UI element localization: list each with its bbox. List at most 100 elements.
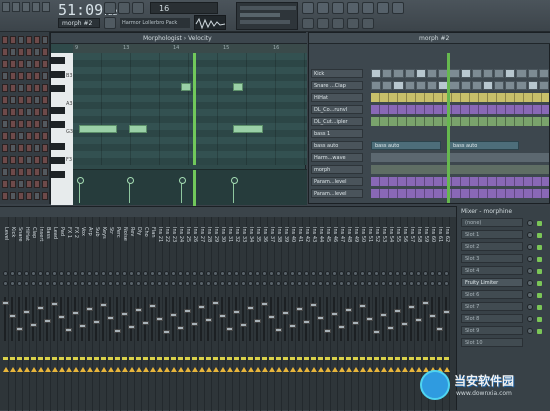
automation-clip[interactable]: bass auto <box>371 141 441 150</box>
volume-fader-track[interactable] <box>186 297 188 341</box>
mixer-strip[interactable]: Ins 37 <box>268 217 275 411</box>
volume-fader-handle[interactable] <box>240 323 247 327</box>
pattern-clip-lane[interactable] <box>371 153 549 162</box>
pan-knob[interactable] <box>374 271 379 276</box>
volume-fader-track[interactable] <box>445 297 447 341</box>
volume-fader-handle[interactable] <box>296 307 303 311</box>
pan-knob[interactable] <box>437 281 442 286</box>
plugin-icon[interactable] <box>377 2 389 14</box>
volume-fader-handle[interactable] <box>205 318 212 322</box>
volume-fader-handle[interactable] <box>170 313 177 317</box>
mix-knob[interactable] <box>527 268 533 274</box>
step-row[interactable] <box>371 81 549 90</box>
pan-knob[interactable] <box>150 271 155 276</box>
file-icon[interactable] <box>2 2 10 12</box>
playlist-icon[interactable] <box>302 2 314 14</box>
pan-knob[interactable] <box>115 271 120 276</box>
pan-knob[interactable] <box>339 281 344 286</box>
mixer-strip[interactable]: Ins 44 <box>317 217 324 411</box>
mixer-strip[interactable]: Ins 22 <box>163 217 170 411</box>
piano-roll-icon[interactable] <box>317 2 329 14</box>
pan-knob[interactable] <box>367 271 372 276</box>
note-grid[interactable] <box>73 53 307 165</box>
volume-fader-handle[interactable] <box>436 327 443 331</box>
volume-fader-track[interactable] <box>137 297 139 341</box>
pan-knob[interactable] <box>178 281 183 286</box>
pan-knob[interactable] <box>129 281 134 286</box>
volume-fader-handle[interactable] <box>72 311 79 315</box>
pan-knob[interactable] <box>185 281 190 286</box>
pattern-selector[interactable]: morph #2 <box>58 18 100 28</box>
pattern-clip-lane[interactable] <box>371 117 549 126</box>
pan-knob[interactable] <box>430 271 435 276</box>
volume-fader-track[interactable] <box>11 297 13 341</box>
pan-knob[interactable] <box>108 281 113 286</box>
mute-led[interactable] <box>178 357 183 360</box>
volume-fader-track[interactable] <box>116 297 118 341</box>
pan-knob[interactable] <box>234 271 239 276</box>
pan-knob[interactable] <box>129 271 134 276</box>
volume-fader-handle[interactable] <box>359 304 366 308</box>
pan-knob[interactable] <box>143 271 148 276</box>
mute-led[interactable] <box>129 357 134 360</box>
volume-fader-handle[interactable] <box>2 301 9 305</box>
pan-knob[interactable] <box>332 281 337 286</box>
mixer-strip[interactable]: Ins 56 <box>401 217 408 411</box>
volume-fader-handle[interactable] <box>422 301 429 305</box>
pan-knob[interactable] <box>395 281 400 286</box>
pan-knob[interactable] <box>220 281 225 286</box>
pan-knob[interactable] <box>3 271 8 276</box>
volume-fader-handle[interactable] <box>107 316 114 320</box>
volume-fader-handle[interactable] <box>338 325 345 329</box>
velocity-lane[interactable] <box>73 169 307 206</box>
mixer-strip[interactable]: Bass <box>44 217 51 411</box>
mute-led[interactable] <box>381 357 386 360</box>
mixer-strip[interactable]: Ins 41 <box>296 217 303 411</box>
mixer-strip[interactable]: Ins 30 <box>219 217 226 411</box>
pan-knob[interactable] <box>52 271 57 276</box>
volume-fader-track[interactable] <box>347 297 349 341</box>
pattern-mode-button[interactable] <box>104 17 116 29</box>
volume-fader-handle[interactable] <box>177 326 184 330</box>
volume-fader-track[interactable] <box>291 297 293 341</box>
volume-fader-track[interactable] <box>18 297 20 341</box>
mix-knob[interactable] <box>527 244 533 250</box>
slot-led[interactable] <box>537 305 542 310</box>
mixer-strip[interactable]: Ins 34 <box>247 217 254 411</box>
volume-fader-handle[interactable] <box>429 314 436 318</box>
effect-slot[interactable]: Slot 4 <box>461 266 523 275</box>
volume-fader-track[interactable] <box>193 297 195 341</box>
volume-fader-track[interactable] <box>305 297 307 341</box>
volume-fader-handle[interactable] <box>247 306 254 310</box>
mixer-strip[interactable]: Ins 39 <box>282 217 289 411</box>
pan-knob[interactable] <box>423 271 428 276</box>
mixer-strip[interactable]: Pad <box>58 217 65 411</box>
volume-fader-track[interactable] <box>410 297 412 341</box>
mixer-strip[interactable]: FX 2 <box>72 217 79 411</box>
volume-fader-handle[interactable] <box>198 305 205 309</box>
pan-knob[interactable] <box>192 271 197 276</box>
pan-knob[interactable] <box>381 281 386 286</box>
volume-fader-handle[interactable] <box>65 328 72 332</box>
mixer-strip[interactable]: Ins 35 <box>254 217 261 411</box>
pan-knob[interactable] <box>66 281 71 286</box>
effect-slot[interactable]: Slot 1 <box>461 230 523 239</box>
pan-knob[interactable] <box>10 271 15 276</box>
mute-led[interactable] <box>101 357 106 360</box>
volume-fader-track[interactable] <box>354 297 356 341</box>
channel-button[interactable]: bass 1 <box>311 129 363 138</box>
pan-knob[interactable] <box>374 281 379 286</box>
pan-knob[interactable] <box>150 281 155 286</box>
mute-led[interactable] <box>339 357 344 360</box>
mixer-strip[interactable]: Ins 36 <box>261 217 268 411</box>
pan-knob[interactable] <box>94 281 99 286</box>
volume-fader-track[interactable] <box>32 297 34 341</box>
mix-knob[interactable] <box>527 292 533 298</box>
pan-knob[interactable] <box>45 271 50 276</box>
pan-knob[interactable] <box>213 271 218 276</box>
pan-knob[interactable] <box>45 281 50 286</box>
view-icon[interactable] <box>32 2 40 12</box>
pan-knob[interactable] <box>318 281 323 286</box>
mute-led[interactable] <box>73 357 78 360</box>
mixer-strip[interactable]: HiHat <box>23 217 30 411</box>
